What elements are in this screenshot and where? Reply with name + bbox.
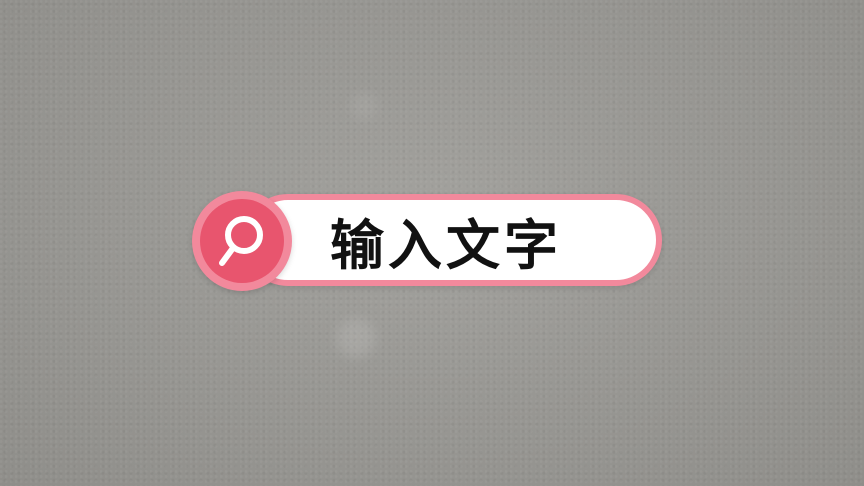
- search-input-text: 输入文字: [330, 214, 562, 277]
- screen: { "search": { "text": "输入文字", "icon": "s…: [0, 0, 864, 486]
- search-button-inner: [200, 199, 284, 283]
- background-light-spot: [336, 318, 376, 358]
- search-input[interactable]: 输入文字: [242, 194, 662, 286]
- background-light-spot: [350, 92, 378, 120]
- search-icon: [219, 216, 263, 266]
- search-button[interactable]: [192, 191, 292, 291]
- search-bar[interactable]: 输入文字: [192, 191, 670, 291]
